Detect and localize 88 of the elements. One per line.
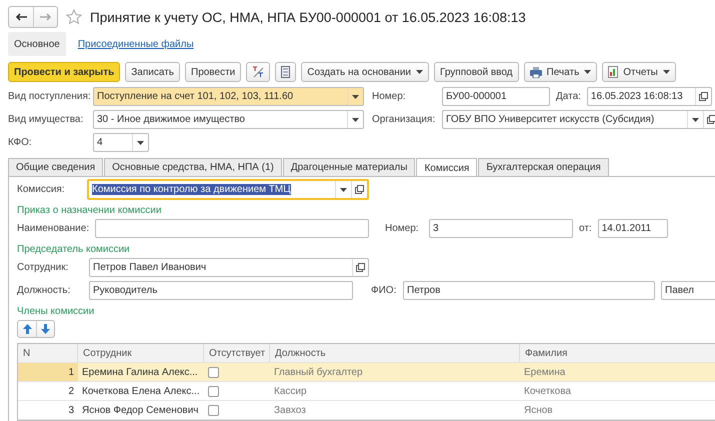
tab[interactable]: Комиссия <box>416 158 478 177</box>
window-title: Принятие к учету ОС, НМА, НПА БУ00-000001 от 16.05.2023 16:08:13 <box>90 10 526 24</box>
table-cell-text: Главный бухгалтер <box>273 366 364 380</box>
table-cell-text: Яснов Федор Семенович <box>81 404 200 418</box>
arrow-right-icon <box>40 13 51 21</box>
column-header: Фамилия <box>520 344 715 362</box>
field-label: ФИО: <box>371 285 397 296</box>
number-field[interactable]: БУ00-000001 <box>442 87 550 106</box>
caret-icon <box>662 70 670 74</box>
section-link[interactable]: Основное <box>8 32 66 56</box>
debit-credit-icon <box>252 66 264 78</box>
field-label: Дата: <box>556 91 581 102</box>
arrow-down-icon <box>41 324 50 334</box>
open-icon <box>707 115 715 124</box>
post-and-close-button[interactable]: Провести и закрыть <box>8 62 120 82</box>
field-label: Вид поступления: <box>8 91 92 102</box>
kfo-field[interactable]: 4 <box>93 133 149 152</box>
tab[interactable]: Драгоценные материалы <box>282 158 416 176</box>
toolbar-icon-button[interactable] <box>246 62 270 82</box>
field-label: Комиссия: <box>17 184 66 195</box>
open-icon <box>356 263 365 272</box>
section-heading: Приказ о назначении комиссии <box>17 205 162 216</box>
table-cell-text: Кочеткова <box>523 384 572 398</box>
section-heading: Члены комиссии <box>17 306 96 317</box>
tab[interactable]: Бухгалтерская операция <box>478 158 609 176</box>
name-field[interactable] <box>95 219 369 238</box>
table-cell-text: Яснов <box>523 404 554 418</box>
column-header: Должность <box>270 344 520 362</box>
arrow-left-icon <box>16 13 26 21</box>
field-label: Номер: <box>372 91 407 102</box>
table-cell-text: Еремина Галина Алекс... <box>81 366 199 380</box>
toolbar-button[interactable]: Записать <box>125 62 180 82</box>
checkbox[interactable] <box>208 366 219 378</box>
toolbar-button[interactable]: Групповой ввод <box>434 62 519 82</box>
caret-icon <box>352 118 359 122</box>
caret-icon <box>137 140 144 144</box>
table-cell-text: Кассир <box>273 384 308 398</box>
caret-icon <box>340 188 347 192</box>
tab[interactable]: Основные средства, НМА, НПА (1) <box>104 158 282 176</box>
caret-icon <box>352 94 359 98</box>
checkbox[interactable] <box>208 386 219 396</box>
caret-icon <box>416 70 423 74</box>
column-header: Сотрудник <box>78 344 204 362</box>
printer-icon <box>530 66 542 78</box>
table-row[interactable]: 1 Еремина Галина Алекс... Главный бухгалтер Еремина <box>18 363 715 382</box>
open-icon <box>355 185 364 194</box>
organization-field[interactable]: ГОБУ ВПО Университет искусств (Субсидия) <box>442 110 715 129</box>
star-icon[interactable] <box>66 9 82 25</box>
column-header: N <box>18 344 78 362</box>
arrow-up-icon <box>22 324 32 334</box>
commission-field[interactable]: Комиссия по контролю за движением ТМЦ <box>87 179 369 200</box>
toolbar-icon-button[interactable] <box>275 62 296 82</box>
section-heading: Председатель комиссии <box>17 244 131 255</box>
field-label: Организация: <box>372 114 436 125</box>
caret-icon <box>692 118 699 122</box>
field-label: Наименование: <box>17 223 89 234</box>
table-cell-text: Кочеткова Елена Алекс... <box>81 384 201 398</box>
tab[interactable]: Общие сведения <box>8 158 104 176</box>
table-cell-text: 3 <box>67 404 75 418</box>
table-cell-text: Еремина <box>523 366 566 380</box>
order-number-field[interactable]: 3 <box>429 219 573 238</box>
menu-button[interactable]: Отчеты <box>602 62 676 82</box>
field-label: от: <box>579 223 592 234</box>
table-cell: 1 <box>18 363 78 381</box>
employee-field[interactable]: Петров Павел Иванович <box>89 258 369 277</box>
toolbar-button[interactable]: Провести <box>185 62 242 82</box>
order-date-field[interactable]: 14.01.2011 <box>598 219 668 238</box>
date-field[interactable]: 16.05.2023 16:08:13 <box>586 87 712 106</box>
field-label: Номер: <box>385 223 420 234</box>
position-field[interactable]: Руководитель <box>89 281 353 300</box>
field-label: Должность: <box>17 285 72 296</box>
table-cell-text: 2 <box>67 384 75 398</box>
menu-button[interactable]: Печать <box>524 62 598 82</box>
report-icon <box>608 66 618 78</box>
menu-button[interactable]: Создать на основании <box>301 62 429 82</box>
open-icon <box>698 92 708 101</box>
name-part-field[interactable]: Павел <box>661 281 715 300</box>
receipt-type-field[interactable]: Поступление на счет 101, 102, 103, 111.60 <box>93 87 364 106</box>
column-header: Отсутствует <box>204 344 270 362</box>
field-label: Сотрудник: <box>17 262 70 273</box>
section-link[interactable]: Присоединенные файлы <box>72 32 200 56</box>
field-label: Вид имущества: <box>8 114 84 125</box>
property-type-field[interactable]: 30 - Иное движимое имущество <box>93 110 364 129</box>
name-part-field[interactable]: Петров <box>403 281 655 300</box>
caret-icon <box>584 70 592 74</box>
checkbox[interactable] <box>208 404 219 416</box>
field-label: КФО: <box>8 137 33 148</box>
table-cell-text: Завхоз <box>273 404 307 418</box>
